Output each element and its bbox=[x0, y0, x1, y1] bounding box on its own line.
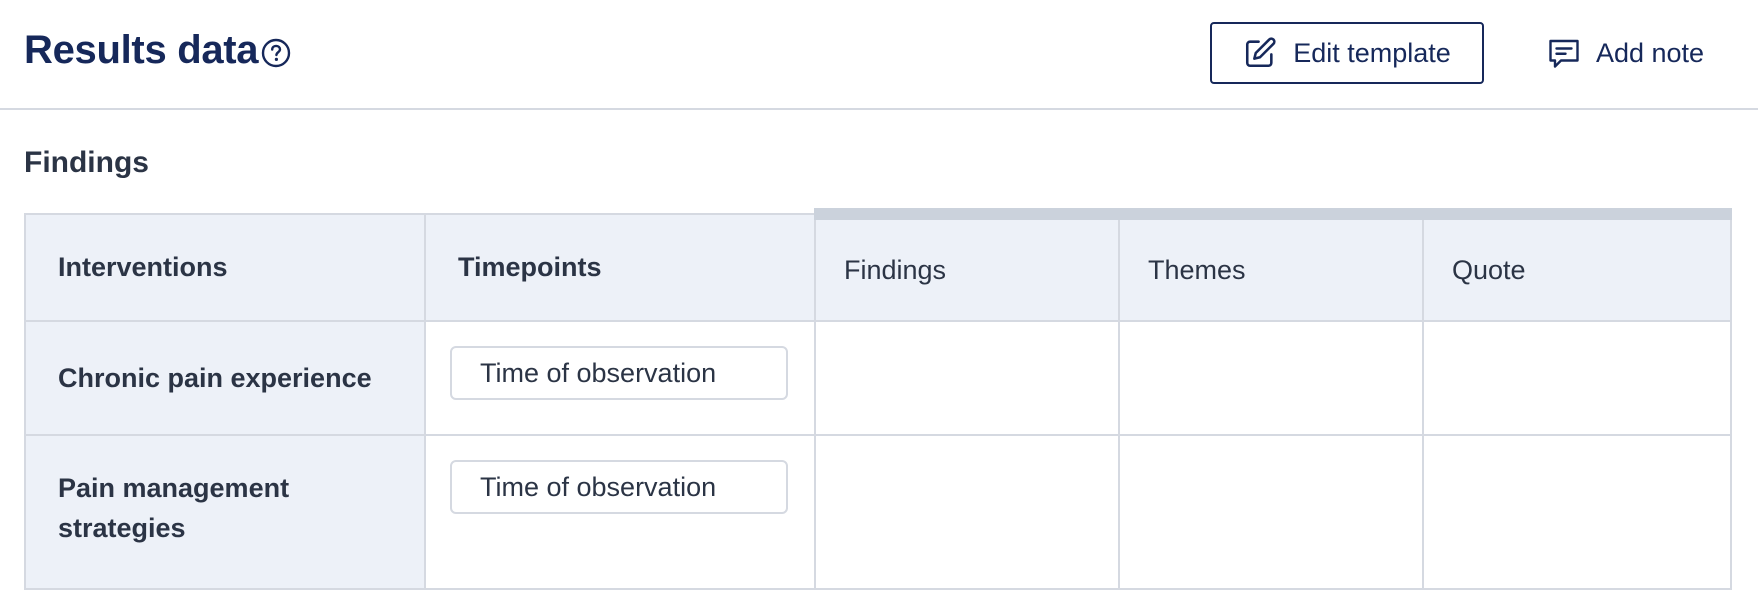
column-header-findings[interactable]: Findings bbox=[814, 208, 1120, 322]
quote-cell[interactable] bbox=[1422, 320, 1732, 436]
quote-cell[interactable] bbox=[1422, 434, 1732, 590]
title-wrap: Results data bbox=[24, 28, 292, 73]
help-icon[interactable] bbox=[260, 37, 292, 69]
intervention-cell: Chronic pain experience bbox=[24, 320, 426, 436]
table-header-row: Interventions Timepoints Findings Themes… bbox=[24, 208, 1732, 322]
page-title: Results data bbox=[24, 28, 259, 72]
column-header-timepoints: Timepoints bbox=[424, 213, 816, 322]
edit-template-label: Edit template bbox=[1293, 37, 1451, 68]
column-header-interventions: Interventions bbox=[24, 213, 426, 322]
findings-cell[interactable] bbox=[814, 320, 1120, 436]
comment-icon bbox=[1549, 39, 1579, 68]
themes-cell[interactable] bbox=[1118, 320, 1424, 436]
column-header-themes[interactable]: Themes bbox=[1118, 208, 1424, 322]
add-note-label: Add note bbox=[1595, 37, 1705, 68]
themes-cell[interactable] bbox=[1118, 434, 1424, 590]
table-row: Chronic pain experience Time of observat… bbox=[24, 320, 1732, 436]
edit-icon bbox=[1246, 37, 1276, 68]
table-row: Pain management strategies Time of obser… bbox=[24, 434, 1732, 590]
timepoint-field[interactable]: Time of observation bbox=[450, 460, 788, 514]
intervention-cell: Pain management strategies bbox=[24, 434, 426, 590]
section-title: Findings bbox=[24, 146, 149, 179]
add-note-button[interactable]: Add note bbox=[1530, 22, 1720, 84]
findings-cell[interactable] bbox=[814, 434, 1120, 590]
timepoint-field[interactable]: Time of observation bbox=[450, 346, 788, 400]
timepoint-cell: Time of observation bbox=[424, 320, 816, 436]
column-header-quote[interactable]: Quote bbox=[1422, 208, 1732, 322]
edit-template-button[interactable]: Edit template bbox=[1210, 22, 1484, 84]
findings-table: Interventions Timepoints Findings Themes… bbox=[24, 208, 1732, 590]
page-header: Results data Edit template Add note bbox=[0, 0, 1758, 110]
timepoint-cell: Time of observation bbox=[424, 434, 816, 590]
